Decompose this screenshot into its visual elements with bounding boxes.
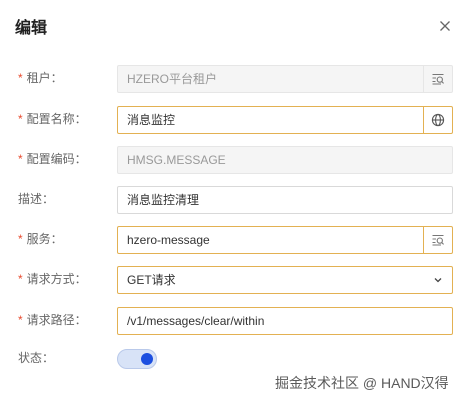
config-code-value: HMSG.MESSAGE: [127, 153, 226, 167]
required-mark: *: [18, 112, 23, 126]
close-icon[interactable]: [437, 18, 453, 34]
service-value: hzero-message: [127, 233, 210, 247]
watermark: 掘金技术社区 @ HAND汉得: [275, 375, 449, 391]
required-mark: *: [18, 152, 23, 166]
service-lov-input[interactable]: hzero-message: [117, 226, 453, 254]
status-label: 状态：: [18, 351, 55, 365]
description-label: 描述：: [18, 192, 55, 206]
dialog-title: 编辑: [15, 20, 48, 37]
config-name-value: 消息监控: [127, 113, 176, 127]
config-code-field[interactable]: HMSG.MESSAGE: [117, 146, 453, 174]
service-row: * 服务： hzero-message: [0, 223, 469, 255]
required-mark: *: [18, 232, 23, 246]
request-method-value: GET请求: [127, 273, 176, 287]
request-method-row: * 请求方式： GET请求: [0, 263, 469, 295]
request-path-row: * 请求路径： /v1/messages/clear/within: [0, 304, 469, 336]
service-label: * 服务：: [18, 232, 63, 246]
toggle-knob: [141, 353, 153, 365]
lov-search-icon[interactable]: [423, 227, 452, 253]
status-toggle[interactable]: [117, 349, 157, 369]
config-name-label: * 配置名称：: [18, 112, 87, 126]
description-value: 消息监控清理: [127, 193, 200, 207]
request-path-value: /v1/messages/clear/within: [127, 314, 265, 328]
description-row: 描述： 消息监控清理: [0, 183, 469, 215]
request-path-label: * 请求路径：: [18, 313, 87, 327]
request-method-label: * 请求方式：: [18, 272, 87, 286]
tenant-value: HZERO平台租户: [127, 72, 218, 86]
config-code-label: * 配置编码：: [18, 152, 87, 166]
config-name-row: * 配置名称： 消息监控: [0, 103, 469, 135]
tenant-field[interactable]: HZERO平台租户: [117, 65, 453, 93]
chevron-down-icon[interactable]: [430, 267, 446, 293]
status-row: 状态：: [0, 342, 469, 374]
required-mark: *: [18, 71, 23, 85]
required-mark: *: [18, 313, 23, 327]
edit-dialog: 编辑 * 租户： HZERO平台租户 * 配置名称： 消息监控 * 配置编码： HMS…: [0, 0, 469, 405]
config-name-input[interactable]: 消息监控: [117, 106, 453, 134]
config-code-row: * 配置编码： HMSG.MESSAGE: [0, 143, 469, 175]
request-method-select[interactable]: GET请求: [117, 266, 453, 294]
required-mark: *: [18, 272, 23, 286]
description-input[interactable]: 消息监控清理: [117, 186, 453, 214]
request-path-input[interactable]: /v1/messages/clear/within: [117, 307, 453, 335]
lov-search-icon[interactable]: [423, 66, 452, 92]
tenant-row: * 租户： HZERO平台租户: [0, 62, 469, 94]
globe-icon[interactable]: [423, 107, 452, 133]
tenant-label: * 租户：: [18, 71, 63, 85]
